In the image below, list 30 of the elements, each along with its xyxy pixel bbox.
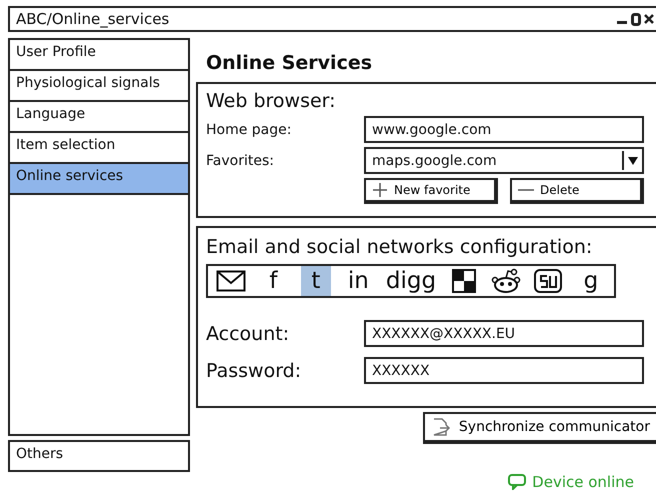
service-button[interactable]: in [343, 266, 374, 296]
section-heading: Email and social networks configuration: [206, 236, 594, 258]
close-icon[interactable] [644, 13, 654, 25]
service-button[interactable]: f [258, 266, 288, 296]
status-text: Device online [532, 473, 634, 491]
field-label: Account: [206, 322, 290, 344]
service-button[interactable]: digg [386, 266, 436, 296]
password-field[interactable]: XXXXXX [364, 357, 644, 384]
plus-icon [372, 182, 388, 198]
new-favorite-button[interactable]: New favorite [364, 178, 498, 204]
field-label: Password: [206, 360, 302, 382]
field-label: Favorites: [206, 152, 275, 168]
page-title: Online Services [205, 51, 374, 76]
minus-icon [518, 188, 534, 192]
alien-icon[interactable] [491, 266, 522, 296]
service-button[interactable]: t [300, 266, 331, 296]
synchronize-button[interactable]: Synchronize communicator [422, 412, 656, 444]
account-field[interactable]: XXXXXX@XXXXX.EU [364, 320, 644, 347]
caret-icon [628, 156, 638, 164]
window-title: ABC/Online_services [16, 10, 170, 28]
field-label: Home page: [206, 122, 292, 138]
service-button[interactable]: g [576, 266, 606, 296]
maximize-icon[interactable] [631, 12, 641, 26]
sidebar-item[interactable]: Others [8, 440, 190, 472]
section-heading: Web browser: [206, 90, 337, 112]
home-page-field[interactable]: www.google.com [364, 116, 644, 143]
sidebar-item[interactable]: Online services [10, 164, 188, 195]
chat-bubble-icon [508, 474, 526, 490]
favorites-dropdown[interactable]: maps.google.com [364, 147, 644, 174]
delete-button[interactable]: Delete [510, 178, 644, 204]
